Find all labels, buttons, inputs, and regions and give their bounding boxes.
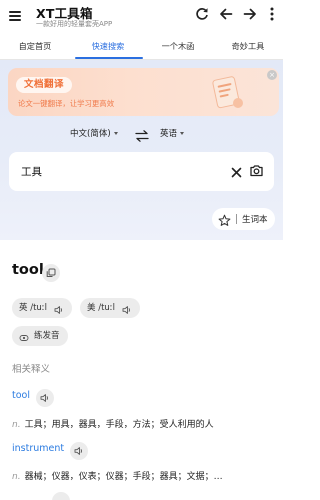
speaker-icon[interactable] xyxy=(70,442,88,460)
definition-line: n. 器械；仪器，仪表；仪器；手段；器具；文据；… xyxy=(12,469,223,482)
definition-meaning: 工具；用具，器具，手段，方法；受人利用的人 xyxy=(24,420,214,430)
part-of-speech: n. xyxy=(12,472,21,482)
definition-word[interactable]: tool xyxy=(12,390,30,401)
tab-mu-han[interactable]: 一个木函 xyxy=(143,40,213,52)
translate-panel: 文档翻译 论文一键翻译，让学习更高效 × 中文(简体) 英语 工具 生词本 xyxy=(0,60,283,240)
app-subtitle: 一款好用的轻量套壳APP xyxy=(36,20,113,28)
target-language-label: 英语 xyxy=(160,129,178,139)
clear-icon[interactable] xyxy=(230,164,243,178)
menu-icon[interactable] xyxy=(9,11,21,21)
microphone-icon xyxy=(19,331,29,341)
refresh-icon[interactable] xyxy=(194,6,210,22)
language-selector-row: 中文(简体) 英语 xyxy=(0,126,283,142)
definition-word[interactable]: instrument xyxy=(12,443,64,454)
document-icon xyxy=(209,72,245,112)
caret-down-icon xyxy=(113,132,118,135)
camera-icon[interactable] xyxy=(249,163,264,178)
vocabulary-book-button[interactable]: 生词本 xyxy=(212,208,275,230)
back-arrow-icon[interactable] xyxy=(218,6,234,22)
tab-quick-search[interactable]: 快速搜索 xyxy=(73,40,143,52)
tab-bar: 自定首页 快速搜索 一个木函 奇妙工具 xyxy=(0,34,283,60)
uk-pronunciation-text: 英 /tuːl xyxy=(19,303,48,313)
us-pronunciation-text: 美 /tuːl xyxy=(87,303,116,313)
speaker-icon[interactable] xyxy=(52,492,70,500)
doc-translate-banner[interactable]: 文档翻译 论文一键翻译，让学习更高效 × xyxy=(8,68,279,116)
tab-custom-home[interactable]: 自定首页 xyxy=(0,40,70,52)
copy-icon[interactable] xyxy=(42,264,60,282)
swap-languages-icon[interactable] xyxy=(135,127,149,142)
search-query: 工具 xyxy=(21,166,42,178)
banner-description: 论文一键翻译，让学习更高效 xyxy=(18,99,115,108)
related-definitions-title: 相关释义 xyxy=(12,364,51,375)
source-language-select[interactable]: 中文(简体) xyxy=(70,127,118,139)
definition-meaning: 器械；仪器，仪表；仪器；手段；器具；文据；… xyxy=(24,472,223,482)
star-icon xyxy=(218,212,231,226)
vocabulary-book-label: 生词本 xyxy=(242,215,268,225)
tab-tools[interactable]: 奇妙工具 xyxy=(213,40,283,52)
divider xyxy=(236,214,237,224)
target-language-select[interactable]: 英语 xyxy=(160,127,185,139)
source-language-label: 中文(简体) xyxy=(70,129,111,139)
app-bar: XT工具箱 一款好用的轻量套壳APP xyxy=(0,0,283,34)
speaker-icon[interactable] xyxy=(36,389,54,407)
translation-result-card: tool 英 /tuːl 美 /tuːl 练发音 相关释义 tool n. 工具… xyxy=(0,240,283,500)
uk-pronunciation-button[interactable]: 英 /tuːl xyxy=(12,298,72,318)
result-word: tool xyxy=(12,262,44,278)
speaker-icon xyxy=(54,303,64,314)
active-tab-indicator xyxy=(75,57,143,59)
speaker-icon xyxy=(122,303,132,314)
us-pronunciation-button[interactable]: 美 /tuːl xyxy=(80,298,140,318)
practice-pronunciation-label: 练发音 xyxy=(34,331,60,341)
banner-title: 文档翻译 xyxy=(16,77,73,93)
search-input[interactable]: 工具 xyxy=(9,152,274,191)
banner-close-icon[interactable]: × xyxy=(267,70,277,80)
part-of-speech: n. xyxy=(12,420,21,430)
app-screen: XT工具箱 一款好用的轻量套壳APP 自定首页 快速搜索 一个木函 奇妙工具 文… xyxy=(0,0,283,500)
more-vertical-icon[interactable] xyxy=(264,6,280,22)
forward-arrow-icon[interactable] xyxy=(242,6,258,22)
definition-line: n. 工具；用具，器具，手段，方法；受人利用的人 xyxy=(12,417,214,430)
caret-down-icon xyxy=(180,132,185,135)
practice-pronunciation-button[interactable]: 练发音 xyxy=(12,326,68,346)
